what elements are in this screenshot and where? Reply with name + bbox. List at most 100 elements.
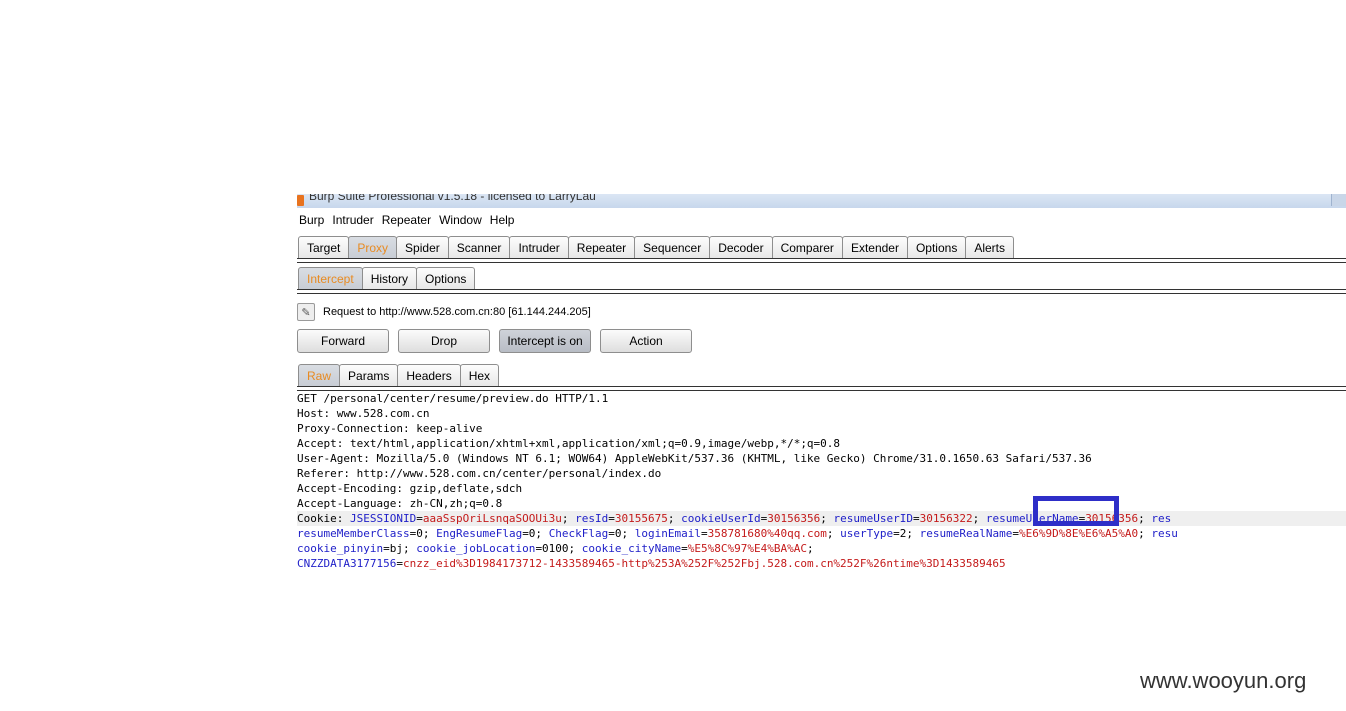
param-value: aaaSspOriLsnqaSOOUi3u: [422, 512, 562, 525]
request-line: Cookie: JSESSIONID=aaaSspOriLsnqaSOOUi3u…: [297, 511, 1346, 526]
pencil-icon[interactable]: ✎: [297, 303, 315, 321]
request-line: resumeMemberClass=0; EngResumeFlag=0; Ch…: [297, 526, 1346, 541]
view-tab-headers[interactable]: Headers: [397, 364, 461, 387]
param-name: resumeUserName: [985, 512, 1079, 525]
request-text: ;: [806, 542, 814, 555]
intercept-toggle-button[interactable]: Intercept is on: [499, 329, 591, 353]
param-name: resId: [575, 512, 609, 525]
request-text: =0100;: [535, 542, 582, 555]
tab-intruder[interactable]: Intruder: [509, 236, 569, 259]
message-view-tab-bar: Raw Params Headers Hex: [298, 364, 500, 387]
tab-extender[interactable]: Extender: [841, 236, 908, 259]
param-name: res: [1151, 512, 1172, 525]
request-text: Accept-Encoding: gzip,deflate,sdch: [297, 482, 523, 495]
request-line: Accept-Encoding: gzip,deflate,sdch: [297, 481, 1346, 496]
param-name: EngResumeFlag: [436, 527, 523, 540]
request-text: =: [681, 542, 688, 555]
request-text: ;: [1138, 512, 1152, 525]
tab-repeater[interactable]: Repeater: [567, 236, 636, 259]
tab-decoder[interactable]: Decoder: [709, 236, 773, 259]
request-line: Referer: http://www.528.com.cn/center/pe…: [297, 466, 1346, 481]
request-text: =: [912, 512, 920, 525]
request-text: =: [396, 557, 403, 570]
param-value: 30156322: [919, 512, 973, 525]
request-target-text: Request to http://www.528.com.cn:80 [61.…: [323, 306, 591, 318]
raw-request-editor[interactable]: GET /personal/center/resume/preview.do H…: [297, 391, 1346, 581]
request-text: =: [608, 512, 615, 525]
param-name: CheckFlag: [548, 527, 609, 540]
tab-target[interactable]: Target: [298, 236, 350, 259]
menu-help[interactable]: Help: [490, 211, 515, 229]
request-text: =: [1012, 527, 1019, 540]
request-text: Host: www.528.com.cn: [297, 407, 430, 420]
request-text: =0;: [608, 527, 635, 540]
request-text: =2;: [893, 527, 920, 540]
param-name: cookie_cityName: [581, 542, 682, 555]
request-text: =: [701, 527, 708, 540]
watermark: www.wooyun.org: [1140, 668, 1307, 693]
param-value: %E6%9D%8E%E6%A5%A0: [1018, 527, 1139, 540]
request-text: Accept: text/html,application/xhtml+xml,…: [297, 437, 841, 450]
tab-alerts[interactable]: Alerts: [965, 236, 1015, 259]
request-text: GET /personal/center/resume/preview.do H…: [297, 392, 609, 405]
tab-spider[interactable]: Spider: [396, 236, 449, 259]
request-text: =0;: [522, 527, 549, 540]
proxy-tab-bar: Intercept History Options: [298, 267, 476, 290]
forward-button[interactable]: Forward: [297, 329, 389, 353]
param-name: resumeMemberClass: [297, 527, 410, 540]
request-line: User-Agent: Mozilla/5.0 (Windows NT 6.1;…: [297, 451, 1346, 466]
tab-proxy[interactable]: Proxy: [348, 236, 398, 259]
request-info-row: ✎ Request to http://www.528.com.cn:80 [6…: [297, 303, 591, 321]
menu-intruder[interactable]: Intruder: [332, 211, 373, 229]
proxy-tab-intercept[interactable]: Intercept: [298, 267, 363, 290]
param-name: userType: [840, 527, 894, 540]
proxy-tab-history[interactable]: History: [361, 267, 418, 290]
request-text: Referer: http://www.528.com.cn/center/pe…: [297, 467, 662, 480]
main-tab-divider: [297, 258, 1346, 263]
request-text: ;: [826, 527, 841, 540]
request-text: Accept-Language: zh-CN,zh;q=0.8: [297, 497, 503, 510]
proxy-tab-options[interactable]: Options: [416, 267, 476, 290]
param-value: %E5%8C%97%E4%BA%AC: [687, 542, 807, 555]
param-name: resumeRealName: [919, 527, 1013, 540]
request-line: Host: www.528.com.cn: [297, 406, 1346, 421]
request-text: ;: [561, 512, 576, 525]
tab-comparer[interactable]: Comparer: [771, 236, 843, 259]
request-text: =bj;: [383, 542, 417, 555]
menu-repeater[interactable]: Repeater: [382, 211, 431, 229]
burp-logo-icon: [297, 195, 304, 206]
menu-bar: Burp Intruder Repeater Window Help: [297, 211, 514, 229]
request-text: ;: [972, 512, 986, 525]
window-title: Burp Suite Professional v1.5.18 - licens…: [309, 194, 596, 203]
param-value: cnzz_eid%3D1984173712-1433589465-http%25…: [402, 557, 1006, 570]
drop-button[interactable]: Drop: [398, 329, 490, 353]
param-name: CNZZDATA3177156: [297, 557, 397, 570]
request-text: =: [416, 512, 423, 525]
proxy-tab-divider: [297, 289, 1346, 294]
view-tab-hex[interactable]: Hex: [459, 364, 500, 387]
menu-window[interactable]: Window: [439, 211, 482, 229]
tab-options[interactable]: Options: [906, 236, 967, 259]
view-tab-raw[interactable]: Raw: [298, 364, 341, 387]
tab-sequencer[interactable]: Sequencer: [634, 236, 711, 259]
action-button[interactable]: Action: [600, 329, 692, 353]
request-line: CNZZDATA3177156=cnzz_eid%3D1984173712-14…: [297, 556, 1346, 571]
request-text: Cookie:: [297, 512, 350, 525]
view-tab-params[interactable]: Params: [339, 364, 399, 387]
request-text: =0;: [409, 527, 437, 540]
title-bar: Burp Suite Professional v1.5.18 - licens…: [297, 194, 1346, 208]
param-value: 30155675: [614, 512, 668, 525]
request-text: User-Agent: Mozilla/5.0 (Windows NT 6.1;…: [297, 452, 1092, 465]
param-name: resu: [1151, 527, 1178, 540]
param-value: 358781680%40qq.com: [707, 527, 827, 540]
request-line: Accept-Language: zh-CN,zh;q=0.8: [297, 496, 1346, 511]
param-name: resumeUserID: [833, 512, 913, 525]
intercept-button-row: Forward Drop Intercept is on Action: [297, 329, 692, 353]
param-name: loginEmail: [634, 527, 702, 540]
tab-scanner[interactable]: Scanner: [447, 236, 511, 259]
request-line: Proxy-Connection: keep-alive: [297, 421, 1346, 436]
window-control-button[interactable]: [1331, 194, 1346, 206]
request-line: cookie_pinyin=bj; cookie_jobLocation=010…: [297, 541, 1346, 556]
param-name: cookie_jobLocation: [416, 542, 536, 555]
menu-burp[interactable]: Burp: [299, 211, 324, 229]
